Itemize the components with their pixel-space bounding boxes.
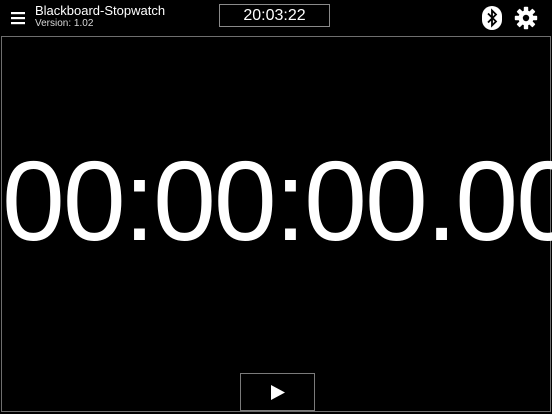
- settings-button[interactable]: [514, 6, 538, 30]
- bluetooth-icon: [482, 6, 502, 30]
- top-bar: Blackboard-Stopwatch Version: 1.02 20:03…: [0, 0, 552, 36]
- play-button[interactable]: [240, 373, 315, 411]
- hamburger-menu-icon: [11, 12, 25, 25]
- app-version: Version: 1.02: [35, 18, 94, 29]
- stopwatch-time-display: 00:00:00.00: [2, 138, 552, 264]
- bluetooth-button[interactable]: [481, 5, 503, 31]
- gear-icon: [514, 6, 538, 30]
- stopwatch-panel: 00:00:00.00: [1, 36, 552, 412]
- menu-button[interactable]: [8, 9, 28, 27]
- play-icon: [271, 385, 285, 400]
- app-title: Blackboard-Stopwatch: [35, 3, 166, 18]
- app-title-block: Blackboard-Stopwatch Version: 1.02: [35, 4, 165, 29]
- current-time-clock: 20:03:22: [219, 4, 330, 27]
